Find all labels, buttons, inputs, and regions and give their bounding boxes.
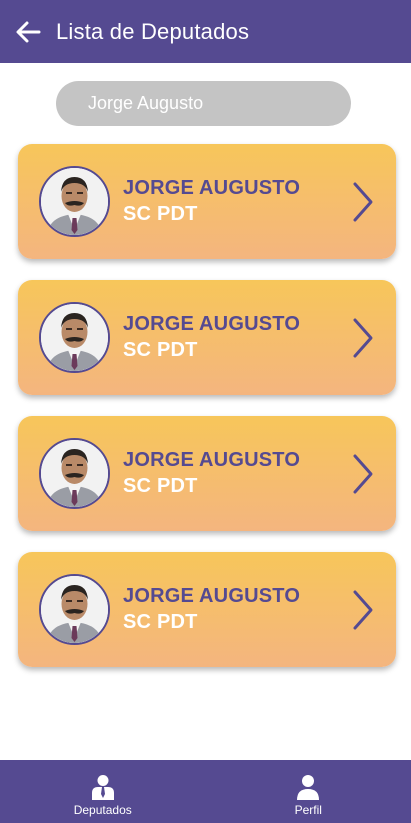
chevron-right-icon[interactable]	[352, 453, 374, 495]
deputy-party: SC PDT	[123, 339, 198, 361]
deputy-name: JORGE AUGUSTO	[123, 449, 301, 471]
deputy-avatar	[39, 574, 110, 645]
deputy-avatar	[39, 166, 110, 237]
app-bar: Lista de Deputados	[0, 0, 411, 63]
people-icon	[91, 775, 114, 800]
back-button[interactable]	[14, 18, 42, 46]
person-icon	[297, 775, 320, 800]
deputy-party: SC PDT	[123, 611, 198, 633]
chevron-right-icon[interactable]	[352, 181, 374, 223]
deputy-avatar	[39, 438, 110, 509]
bottom-nav: Deputados Perfil	[0, 760, 411, 823]
arrow-left-icon	[16, 21, 41, 42]
chevron-right-icon[interactable]	[352, 589, 374, 631]
nav-item-perfil[interactable]: Perfil	[206, 760, 411, 823]
search-input[interactable]	[86, 92, 335, 115]
nav-label: Deputados	[73, 803, 132, 817]
deputy-avatar	[39, 302, 110, 373]
nav-item-deputados[interactable]: Deputados	[0, 760, 206, 823]
deputy-party: SC PDT	[123, 203, 198, 225]
deputy-card[interactable]: JORGE AUGUSTO SC PDT	[18, 144, 396, 259]
nav-label: Perfil	[294, 803, 322, 817]
deputy-name: JORGE AUGUSTO	[123, 585, 301, 607]
search-bar[interactable]	[56, 81, 351, 126]
page-title: Lista de Deputados	[56, 18, 250, 44]
deputy-card[interactable]: JORGE AUGUSTO SC PDT	[18, 416, 396, 531]
deputy-card[interactable]: JORGE AUGUSTO SC PDT	[18, 280, 396, 395]
deputy-party: SC PDT	[123, 475, 198, 497]
deputy-name: JORGE AUGUSTO	[123, 177, 301, 199]
chevron-right-icon[interactable]	[352, 317, 374, 359]
deputy-name: JORGE AUGUSTO	[123, 313, 301, 335]
deputy-card[interactable]: JORGE AUGUSTO SC PDT	[18, 552, 396, 667]
